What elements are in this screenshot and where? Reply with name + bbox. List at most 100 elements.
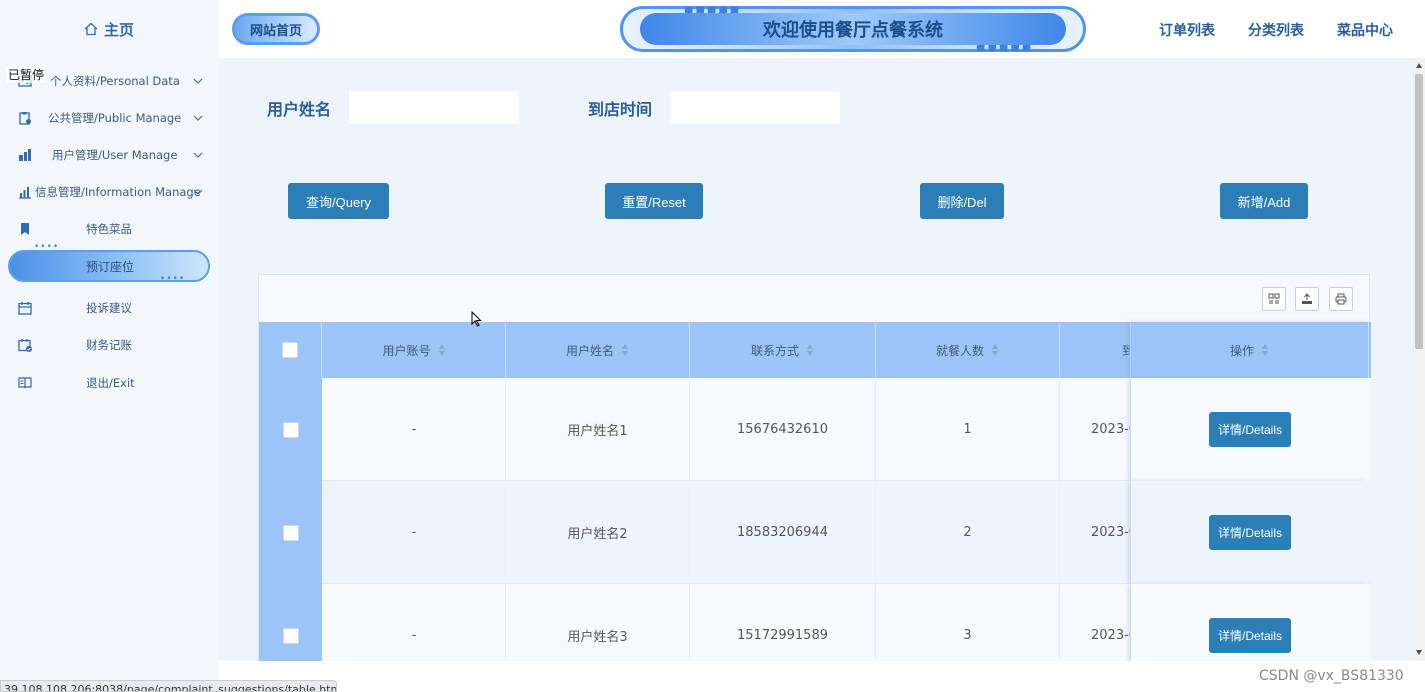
- nav-orders[interactable]: 订单列表: [1159, 20, 1215, 40]
- cell-name: 用户姓名1: [506, 378, 690, 481]
- main-content: 用户姓名 到店时间 查询/Query 重置/Reset 删除/Del 新增/Ad…: [218, 58, 1413, 661]
- sidebar: 主页 个人资料/Personal Data 已暂停 公共管理/Public Ma…: [0, 0, 218, 692]
- sidebar-item-seat-reservation[interactable]: •••• •••• 预订座位: [4, 242, 214, 286]
- sort-icon: [807, 344, 814, 356]
- column-header-label: 就餐人数: [935, 343, 984, 358]
- scroll-up-arrow[interactable]: [1416, 63, 1422, 68]
- cell-phone: 15676432610: [690, 378, 876, 481]
- cell-phone: 18583206944: [690, 481, 876, 584]
- website-home-label: 网站首页: [249, 23, 302, 39]
- calendar-check-icon: [18, 339, 32, 352]
- column-header-account[interactable]: 用户账号: [323, 322, 506, 378]
- sort-icon: [438, 344, 446, 356]
- chevron-down-icon: [193, 152, 203, 158]
- sidebar-item-information-manage[interactable]: 信息管理/Information Manage: [0, 177, 218, 207]
- cell-actions: 详情/Details: [1131, 481, 1369, 584]
- delete-button[interactable]: 删除/Del: [920, 183, 1004, 219]
- sidebar-item-label: 个人资料/Personal Data: [50, 74, 180, 88]
- query-button[interactable]: 查询/Query: [288, 183, 389, 219]
- header-checkbox-cell: [259, 322, 322, 378]
- top-bar: 网站首页 ■■■■■ ■■■■■ 欢迎使用餐厅点餐系统 订单列表 分类列表 菜品…: [218, 0, 1425, 58]
- sidebar-item-public-manage[interactable]: 公共管理/Public Manage: [0, 103, 218, 133]
- row-checkbox[interactable]: [282, 421, 299, 438]
- chevron-down-icon: [193, 189, 203, 195]
- sidebar-item-finance[interactable]: 财务记账: [0, 330, 218, 360]
- column-header-name[interactable]: 用户姓名: [506, 322, 690, 378]
- sidebar-home[interactable]: 主页: [0, 0, 218, 58]
- sort-icon: [1262, 344, 1269, 356]
- nav-categories[interactable]: 分类列表: [1248, 20, 1304, 40]
- sidebar-item-label: 财务记账: [86, 338, 132, 352]
- column-header-actions[interactable]: 操作: [1131, 322, 1369, 378]
- chevron-down-icon: [193, 78, 203, 84]
- print-icon: [1335, 293, 1347, 305]
- reset-button[interactable]: 重置/Reset: [605, 183, 703, 219]
- table-panel: 用户账号 用户姓名 联系方式 就餐人数 到 操作 - 用户姓名1 1567643…: [258, 274, 1371, 661]
- paused-label: 已暂停: [6, 66, 47, 83]
- sidebar-item-label: 信息管理/Information Manage: [35, 185, 201, 199]
- sidebar-item-exit[interactable]: 退出/Exit: [0, 368, 218, 398]
- details-button[interactable]: 详情/Details: [1209, 412, 1291, 447]
- row-checkbox-cell: [259, 584, 322, 661]
- table-row[interactable]: - 用户姓名2 18583206944 2 2023-0 详情/Details: [259, 481, 1371, 584]
- username-input[interactable]: [349, 91, 519, 124]
- bar-chart-icon: [19, 187, 31, 199]
- home-icon: [84, 22, 98, 36]
- export-button[interactable]: [1295, 287, 1319, 311]
- row-checkbox-cell: [259, 378, 322, 481]
- column-header-phone[interactable]: 联系方式: [690, 322, 876, 378]
- sidebar-item-label: 投诉建议: [86, 301, 132, 315]
- scroll-down-arrow[interactable]: [1416, 650, 1422, 655]
- column-header-diners[interactable]: 就餐人数: [876, 322, 1060, 378]
- column-header-arrival-time[interactable]: 到: [1060, 322, 1131, 378]
- sidebar-item-label: 特色菜品: [86, 222, 132, 236]
- sidebar-item-user-manage[interactable]: 用户管理/User Manage: [0, 140, 218, 170]
- cell-actions: 详情/Details: [1131, 584, 1369, 661]
- add-button[interactable]: 新增/Add: [1220, 183, 1308, 219]
- print-button[interactable]: [1329, 287, 1353, 311]
- select-all-checkbox[interactable]: [282, 342, 298, 358]
- column-header-label: 用户账号: [382, 343, 431, 358]
- page-title-text: 欢迎使用餐厅点餐系统: [763, 20, 943, 41]
- nav-dish-center[interactable]: 菜品中心: [1337, 20, 1393, 40]
- cell-diners: 1: [876, 378, 1060, 481]
- mouse-cursor-icon: [471, 311, 482, 327]
- details-button[interactable]: 详情/Details: [1209, 618, 1291, 653]
- username-label: 用户姓名: [267, 100, 332, 119]
- row-checkbox[interactable]: [282, 627, 299, 644]
- arrival-time-input[interactable]: [670, 91, 840, 124]
- vertical-scrollbar[interactable]: [1413, 58, 1425, 661]
- table-row[interactable]: - 用户姓名3 15172991589 3 2023-0 详情/Details: [259, 584, 1371, 661]
- export-icon: [1302, 293, 1312, 304]
- details-button[interactable]: 详情/Details: [1209, 515, 1291, 550]
- bookmark-icon: [21, 223, 29, 235]
- column-header-label: 联系方式: [750, 343, 799, 358]
- table-row[interactable]: - 用户姓名1 15676432610 1 2023-0 详情/Details: [259, 378, 1371, 481]
- decor-dots: ••••: [160, 274, 186, 284]
- table-header: 用户账号 用户姓名 联系方式 就餐人数 到 操作: [259, 322, 1371, 378]
- sidebar-item-label: 退出/Exit: [86, 376, 135, 390]
- website-home-button[interactable]: 网站首页: [232, 13, 320, 45]
- sidebar-item-label: 预订座位: [86, 260, 135, 274]
- cell-arrival-time: 2023-0: [1060, 481, 1131, 584]
- columns-toggle-button[interactable]: [1262, 287, 1286, 311]
- sidebar-item-label: 公共管理/Public Manage: [48, 111, 182, 125]
- sidebar-item-complaints[interactable]: 投诉建议: [0, 293, 218, 323]
- title-banner: ■■■■■ ■■■■■ 欢迎使用餐厅点餐系统: [620, 5, 1086, 53]
- scrollbar-thumb[interactable]: [1415, 74, 1423, 349]
- sort-icon: [992, 344, 999, 356]
- book-icon: [18, 377, 32, 389]
- grid-icon: [1268, 293, 1280, 304]
- sidebar-home-label: 主页: [103, 20, 134, 39]
- cell-diners: 3: [876, 584, 1060, 661]
- decor-dots: ••••: [34, 242, 60, 252]
- cell-account: -: [323, 481, 506, 584]
- app-root: 主页 个人资料/Personal Data 已暂停 公共管理/Public Ma…: [0, 0, 1425, 692]
- sidebar-item-featured-dishes[interactable]: 特色菜品: [0, 214, 218, 244]
- row-checkbox[interactable]: [282, 524, 299, 541]
- page-title: 欢迎使用餐厅点餐系统: [640, 13, 1066, 45]
- calendar-icon: [18, 302, 32, 315]
- sidebar-item-label: 用户管理/User Manage: [52, 148, 178, 162]
- clipboard-icon: [19, 112, 31, 125]
- column-header-label: 用户姓名: [565, 343, 614, 358]
